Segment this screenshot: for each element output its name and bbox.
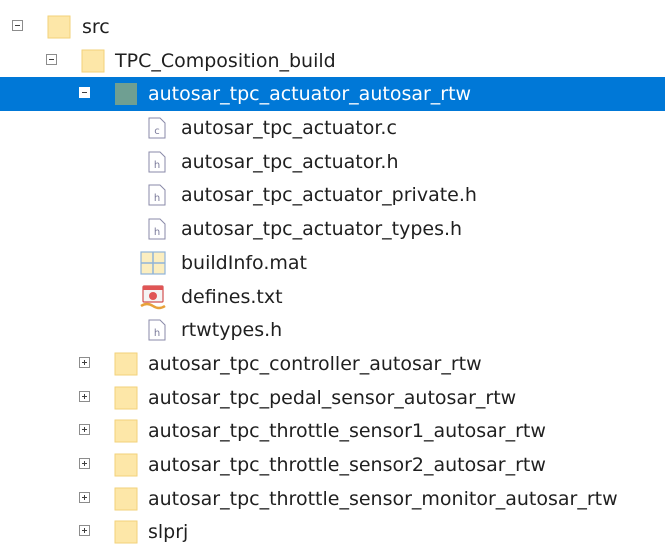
svg-text:h: h [154,160,160,171]
tree-label: autosar_tpc_actuator.h [181,150,399,173]
tree-row-defines-txt[interactable]: defines.txt [0,280,665,314]
tree-row-pedal-sensor-folder[interactable]: autosar_tpc_pedal_sensor_autosar_rtw [0,381,665,415]
tree-label: defines.txt [181,285,283,308]
tree-row-throttle-sensor-monitor-folder[interactable]: autosar_tpc_throttle_sensor_monitor_auto… [0,482,665,516]
tree-label: autosar_tpc_throttle_sensor_monitor_auto… [148,487,618,510]
tree-row-throttle-sensor1-folder[interactable]: autosar_tpc_throttle_sensor1_autosar_rtw [0,414,665,448]
mat-file-icon [140,250,166,276]
expand-toggle-icon[interactable] [79,491,90,503]
folder-icon [46,14,72,40]
collapse-toggle-icon[interactable] [12,20,23,31]
svg-text:c: c [154,126,160,137]
tree-row-actuator-types-h[interactable]: h autosar_tpc_actuator_types.h [0,212,665,246]
expand-toggle-icon[interactable] [79,525,90,537]
folder-icon [113,486,139,512]
h-file-icon: h [144,216,170,242]
tree-label: autosar_tpc_controller_autosar_rtw [148,352,482,375]
tree-row-slprj-folder[interactable]: slprj [0,515,665,549]
c-file-icon: c [144,115,170,141]
folder-icon [113,519,139,545]
tree-label: TPC_Composition_build [115,49,336,72]
tree-row-actuator-c[interactable]: c autosar_tpc_actuator.c [0,111,665,145]
folder-icon [113,81,139,107]
file-tree: src TPC_Composition_build autosar_tpc_ac… [0,10,665,549]
folder-icon [113,351,139,377]
tree-row-actuator-folder[interactable]: autosar_tpc_actuator_autosar_rtw [0,77,665,112]
tree-label: rtwtypes.h [181,319,283,342]
expand-toggle-icon[interactable] [79,390,90,402]
svg-text:h: h [154,227,160,238]
expand-toggle-icon[interactable] [79,424,90,436]
tree-row-actuator-private-h[interactable]: h autosar_tpc_actuator_private.h [0,178,665,212]
tree-label: autosar_tpc_actuator_types.h [181,218,463,241]
tree-label: autosar_tpc_actuator.c [181,117,397,140]
tree-label: autosar_tpc_throttle_sensor1_autosar_rtw [148,420,546,443]
folder-icon [113,385,139,411]
tree-row-throttle-sensor2-folder[interactable]: autosar_tpc_throttle_sensor2_autosar_rtw [0,448,665,482]
expand-toggle-icon[interactable] [79,356,90,368]
folder-icon [113,418,139,444]
tree-label: autosar_tpc_pedal_sensor_autosar_rtw [148,386,517,409]
h-file-icon: h [144,182,170,208]
h-file-icon: h [144,317,170,343]
h-file-icon: h [144,149,170,175]
text-file-icon [140,284,166,310]
tree-label: autosar_tpc_actuator_autosar_rtw [148,83,472,106]
tree-row-buildinfo-mat[interactable]: buildInfo.mat [0,246,665,280]
tree-label: autosar_tpc_throttle_sensor2_autosar_rtw [148,453,546,476]
collapse-toggle-icon[interactable] [79,87,90,99]
folder-icon [80,48,106,74]
svg-text:h: h [154,328,160,339]
svg-text:h: h [154,193,160,204]
tree-row-rtwtypes-h[interactable]: h rtwtypes.h [0,313,665,347]
tree-row-tpc-composition-build[interactable]: TPC_Composition_build [0,44,665,78]
tree-label: slprj [148,521,189,544]
tree-row-actuator-h[interactable]: h autosar_tpc_actuator.h [0,145,665,179]
tree-label: src [82,16,110,38]
folder-icon [113,452,139,478]
tree-label: buildInfo.mat [181,251,307,274]
tree-row-src[interactable]: src [0,10,665,44]
expand-toggle-icon[interactable] [79,457,90,469]
tree-row-controller-folder[interactable]: autosar_tpc_controller_autosar_rtw [0,347,665,381]
tree-label: autosar_tpc_actuator_private.h [181,184,477,207]
collapse-toggle-icon[interactable] [46,53,57,65]
